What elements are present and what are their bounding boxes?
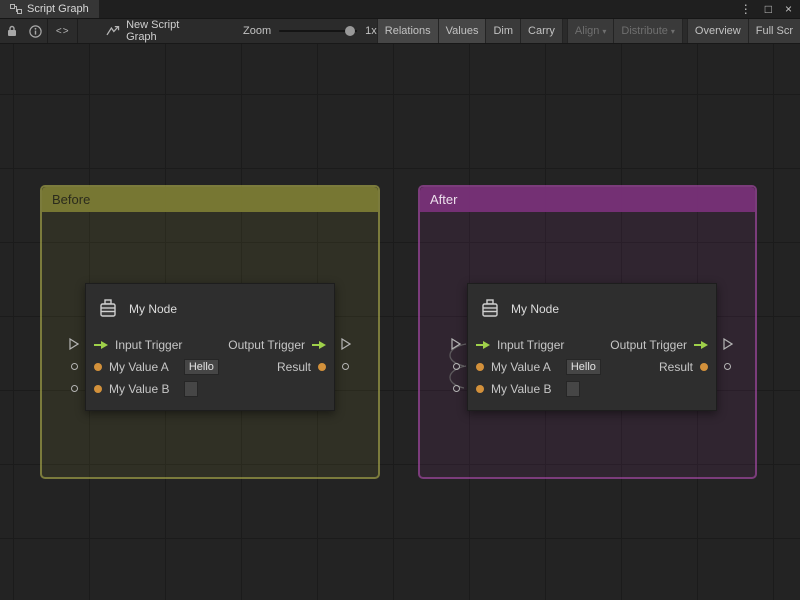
input-flow-port-icon[interactable] [451,338,461,350]
window-maximize-icon[interactable]: □ [765,0,772,18]
input-value-a-port-icon[interactable] [71,363,78,370]
value-b-label: My Value B [491,382,551,396]
fullscreen-button[interactable]: Full Scr [748,19,800,44]
script-graph-tab-icon [10,4,22,14]
group-before-header[interactable]: Before [42,187,378,212]
toolbar-divider [77,19,78,44]
node-title: My Node [511,302,559,316]
value-a-row: My Value A Hello Result [468,356,716,378]
node-header[interactable]: My Node [86,284,334,334]
zoom-slider-handle[interactable] [345,26,355,36]
tab-title: Script Graph [27,3,89,15]
result-output-port-icon[interactable] [342,363,349,370]
input-trigger-label: Input Trigger [115,338,182,352]
node-type-icon [478,297,502,321]
overview-button[interactable]: Overview [687,19,749,44]
graph-toolbar: <> New Script Graph Zoom 1x Relations Va… [0,19,800,44]
value-b-label: My Value B [109,382,169,396]
graph-asset-name: New Script Graph [126,19,211,43]
result-label: Result [277,360,311,374]
value-b-port-icon[interactable] [94,385,102,393]
flow-out-arrow-icon[interactable] [694,340,708,350]
values-button[interactable]: Values [438,19,487,44]
group-title: Before [52,192,90,207]
info-icon [29,25,42,38]
window-close-icon[interactable]: × [785,0,792,18]
tab-script-graph[interactable]: Script Graph [0,0,99,18]
value-b-port-icon[interactable] [476,385,484,393]
info-button[interactable] [24,19,48,44]
value-b-input[interactable] [566,381,580,397]
flow-in-arrow-icon[interactable] [94,340,108,350]
input-value-b-port-icon[interactable] [71,385,78,392]
group-title: After [430,192,457,207]
result-port-icon[interactable] [318,363,326,371]
value-b-row: My Value B [468,378,716,400]
script-graph-window: Script Graph ⋮ □ × <> [0,0,800,600]
input-value-a-port-icon[interactable] [453,363,460,370]
output-trigger-label: Output Trigger [610,338,687,352]
relations-button[interactable]: Relations [377,19,439,44]
toolbar-buttons: Relations Values Dim Carry Align ▾ Distr… [377,19,800,44]
zoom-slider[interactable] [279,30,357,32]
tab-bar: Script Graph ⋮ □ × [0,0,800,19]
align-dropdown[interactable]: Align ▾ [567,19,614,44]
distribute-dropdown[interactable]: Distribute ▾ [613,19,682,44]
flow-out-arrow-icon[interactable] [312,340,326,350]
zoom-control: Zoom 1x [243,25,377,37]
input-trigger-label: Input Trigger [497,338,564,352]
value-a-label: My Value A [109,360,169,374]
value-a-port-icon[interactable] [94,363,102,371]
value-a-row: My Value A Hello Result [86,356,334,378]
graph-asset-breadcrumb[interactable]: New Script Graph [106,19,211,43]
group-after-header[interactable]: After [420,187,755,212]
node-type-icon [96,297,120,321]
node-title: My Node [129,302,177,316]
input-flow-port-icon[interactable] [69,338,79,350]
carry-button[interactable]: Carry [520,19,563,44]
value-a-input[interactable]: Hello [566,359,601,375]
trigger-row: Input Trigger Output Trigger [468,334,716,356]
input-value-b-port-icon[interactable] [453,385,460,392]
output-trigger-label: Output Trigger [228,338,305,352]
dim-button[interactable]: Dim [485,19,521,44]
result-port-icon[interactable] [700,363,708,371]
lock-button[interactable] [0,19,24,44]
value-b-input[interactable] [184,381,198,397]
graph-asset-icon [106,25,120,37]
node-my-node-before[interactable]: My Node Input Trigger Output Trigger [85,283,335,411]
lock-icon [7,25,17,37]
result-output-port-icon[interactable] [724,363,731,370]
value-b-row: My Value B [86,378,334,400]
result-label: Result [659,360,693,374]
trigger-row: Input Trigger Output Trigger [86,334,334,356]
flow-in-arrow-icon[interactable] [476,340,490,350]
value-a-label: My Value A [491,360,551,374]
chevron-down-icon: ▾ [602,27,606,36]
value-a-port-icon[interactable] [476,363,484,371]
window-controls: ⋮ □ × [740,0,800,18]
edit-source-button[interactable]: <> [48,19,77,44]
node-my-node-after[interactable]: My Node Input Trigger Output Trigger [467,283,717,411]
output-flow-port-icon[interactable] [341,338,351,350]
zoom-label: Zoom [243,25,271,37]
chevron-down-icon: ▾ [671,27,675,36]
value-a-input[interactable]: Hello [184,359,219,375]
node-header[interactable]: My Node [468,284,716,334]
window-menu-icon[interactable]: ⋮ [740,0,752,18]
output-flow-port-icon[interactable] [723,338,733,350]
zoom-value: 1x [365,25,377,37]
graph-canvas[interactable]: Before After My Node [0,44,800,600]
code-icon: <> [56,26,70,37]
